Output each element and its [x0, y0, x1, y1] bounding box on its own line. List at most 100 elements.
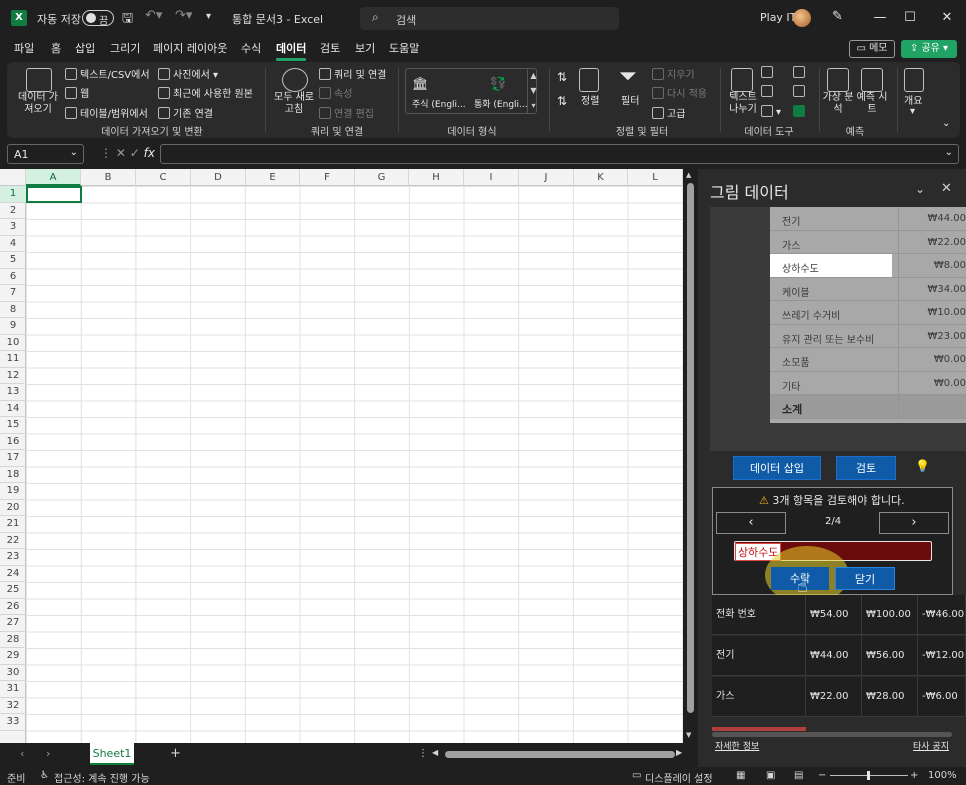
tab-view[interactable]: 보기	[355, 40, 375, 56]
zoom-in-icon[interactable]: +	[910, 770, 918, 781]
prev-sheet-icon[interactable]: ‹	[20, 747, 24, 760]
normal-view-icon[interactable]: ▦	[736, 770, 745, 781]
sort-za-icon[interactable]: ⇅	[557, 94, 567, 108]
page-break-view-icon[interactable]: ▤	[794, 770, 803, 781]
enter-icon[interactable]: ✓	[130, 146, 140, 160]
review-button[interactable]: 검토	[836, 456, 896, 480]
properties-button[interactable]: 속성	[319, 85, 352, 100]
tab-page-layout[interactable]: 페이지 레이아웃	[153, 40, 227, 56]
gallery-scroll[interactable]: ▲ ▼ ▾	[527, 68, 539, 114]
sort-button[interactable]: 정렬	[581, 92, 599, 107]
gallery-down-icon[interactable]: ▼	[528, 83, 539, 98]
column-header[interactable]: B	[81, 169, 136, 186]
horizontal-scroll-thumb[interactable]	[445, 751, 675, 758]
scroll-down-icon[interactable]: ▼	[686, 731, 691, 739]
row-header[interactable]: 21	[0, 516, 26, 533]
get-data-button[interactable]: 데이터 가져오기	[15, 92, 61, 116]
row-header[interactable]: 33	[0, 714, 26, 731]
next-sheet-icon[interactable]: ›	[46, 747, 50, 760]
relationships-icon[interactable]	[793, 85, 808, 98]
customize-qat-icon[interactable]: ▾	[206, 11, 211, 22]
tab-help[interactable]: 도움말	[389, 40, 419, 56]
insert-function-icon[interactable]: fx	[144, 146, 155, 160]
third-party-notice-link[interactable]: 타사 공지	[913, 739, 949, 752]
column-header[interactable]: K	[574, 169, 628, 186]
share-button[interactable]: ⇪ 공유 ▾	[901, 40, 957, 58]
select-all-corner[interactable]	[0, 169, 26, 186]
table-cell[interactable]: -₩46.00	[922, 595, 966, 635]
row-header[interactable]: 6	[0, 269, 26, 285]
tab-draw[interactable]: 그리기	[110, 40, 140, 56]
table-cell[interactable]: 전기	[716, 636, 806, 676]
page-layout-view-icon[interactable]: ▣	[766, 770, 775, 781]
name-box[interactable]: A1 ⌄	[7, 144, 84, 164]
remove-duplicates-icon[interactable]	[761, 85, 776, 98]
outline-dropdown-icon[interactable]: ▾	[910, 106, 915, 117]
maximize-icon[interactable]: ☐	[900, 8, 920, 28]
cancel-icon[interactable]: ✕	[116, 146, 126, 160]
row-header[interactable]: 22	[0, 533, 26, 549]
row-header[interactable]: 24	[0, 566, 26, 582]
row-header[interactable]: 30	[0, 665, 26, 681]
edit-links-button[interactable]: 연결 편집	[319, 105, 374, 120]
row-header[interactable]: 32	[0, 698, 26, 714]
vertical-scrollbar[interactable]: ▲ ▼	[683, 169, 698, 743]
cells-area[interactable]	[26, 186, 683, 743]
row-header[interactable]: 1	[0, 186, 26, 203]
table-cell[interactable]: 가스	[716, 677, 806, 717]
forecast-sheet-button[interactable]: 예측 시트	[855, 92, 889, 116]
row-header[interactable]: 18	[0, 467, 26, 483]
gallery-up-icon[interactable]: ▲	[528, 68, 539, 83]
stocks-type-button[interactable]: 주식 (Engli...	[412, 97, 466, 110]
formula-input[interactable]: ⌄	[160, 144, 959, 164]
avatar[interactable]	[793, 9, 811, 27]
tab-formulas[interactable]: 수식	[241, 40, 261, 56]
pane-close-icon[interactable]: ✕	[941, 181, 952, 196]
learn-more-link[interactable]: 자세한 정보	[715, 739, 759, 752]
flash-fill-icon[interactable]	[761, 66, 776, 79]
row-header[interactable]: 8	[0, 302, 26, 318]
column-header[interactable]: G	[355, 169, 409, 186]
sheet-options-icon[interactable]: ⋮	[418, 748, 428, 759]
currency-type-button[interactable]: 통화 (Engli...	[474, 97, 528, 110]
save-icon[interactable]: 🖫	[122, 9, 133, 31]
comments-button[interactable]: ▭ 메모	[849, 40, 895, 58]
from-picture-button[interactable]: 사진에서 ▾	[158, 66, 218, 81]
hscroll-left-icon[interactable]: ◀	[432, 748, 438, 757]
queries-connections-button[interactable]: 쿼리 및 연결	[319, 66, 386, 81]
data-types-gallery[interactable]: 🏛 주식 (Engli... 💱 통화 (Engli...	[405, 68, 537, 114]
user-name[interactable]: Play IT	[760, 11, 796, 24]
row-header[interactable]: 7	[0, 285, 26, 302]
ribbon-collapse-icon[interactable]: ⌄	[942, 118, 950, 129]
row-header[interactable]: 5	[0, 252, 26, 269]
advanced-filter-button[interactable]: 고급	[652, 105, 685, 120]
active-cell[interactable]	[26, 186, 82, 203]
row-header[interactable]: 29	[0, 648, 26, 665]
column-header[interactable]: F	[300, 169, 355, 186]
gallery-more-icon[interactable]: ▾	[528, 98, 539, 113]
close-window-icon[interactable]: ✕	[937, 8, 957, 28]
table-cell[interactable]: -₩6.00	[922, 677, 966, 717]
row-header[interactable]: 12	[0, 368, 26, 384]
row-header[interactable]: 9	[0, 318, 26, 335]
zoom-out-icon[interactable]: −	[818, 770, 826, 781]
refresh-all-button[interactable]: 모두 새로 고침	[269, 92, 319, 116]
column-header[interactable]: I	[464, 169, 519, 186]
row-header[interactable]: 13	[0, 384, 26, 401]
table-cell[interactable]: ₩54.00	[810, 595, 862, 635]
data-validation-icon[interactable]: ▾	[761, 105, 781, 118]
text-to-columns-button[interactable]: 텍스트 나누기	[725, 92, 761, 116]
row-header[interactable]: 25	[0, 582, 26, 599]
formula-expand-icon[interactable]: ⌄	[945, 147, 953, 158]
data-model-icon[interactable]	[793, 105, 808, 118]
row-header[interactable]: 19	[0, 483, 26, 500]
column-header[interactable]: H	[409, 169, 464, 186]
filter-button[interactable]: 필터	[621, 92, 639, 107]
zoom-level[interactable]: 100%	[928, 770, 957, 781]
column-header[interactable]: C	[136, 169, 191, 186]
tab-file[interactable]: 파일	[14, 40, 34, 56]
tab-data[interactable]: 데이터	[276, 40, 307, 61]
pen-icon[interactable]: ✎	[832, 9, 843, 24]
sort-az-icon[interactable]: ⇅	[557, 70, 567, 84]
row-header[interactable]: 10	[0, 335, 26, 351]
